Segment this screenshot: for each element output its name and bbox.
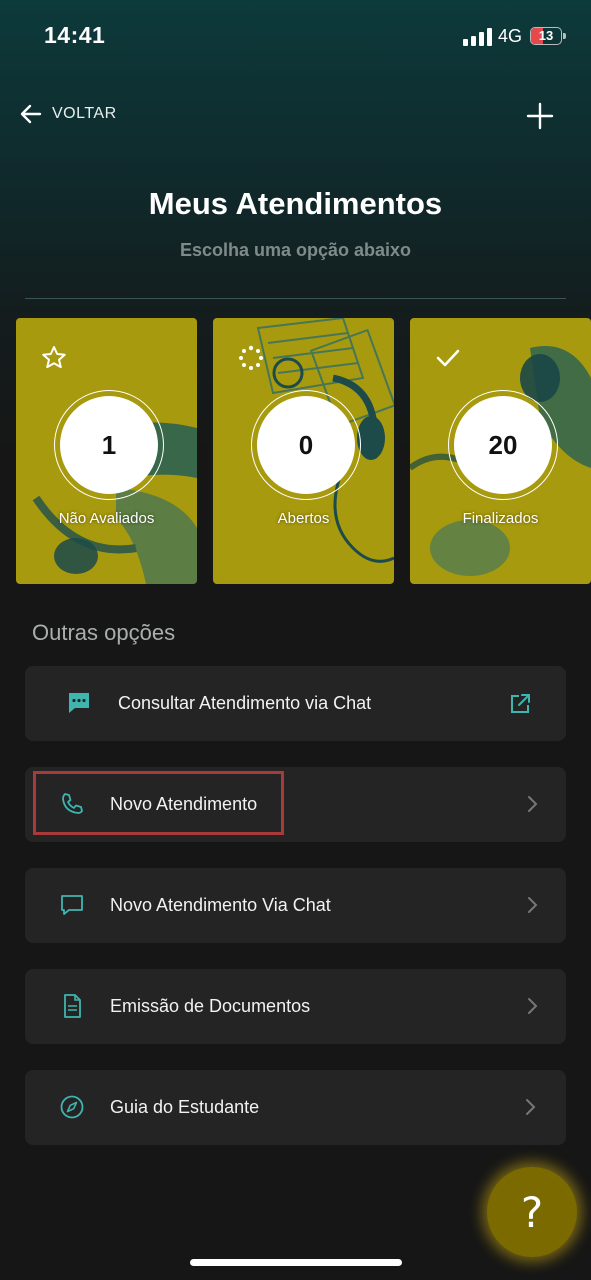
back-button[interactable]: VOLTAR: [20, 100, 117, 128]
check-icon: [436, 349, 460, 367]
stat-label-finished: Finalizados: [462, 510, 539, 527]
phone-icon: [62, 793, 83, 814]
option-label: Novo Atendimento: [110, 794, 258, 814]
status-time: 14:41: [44, 22, 106, 48]
option-label: Guia do Estudante: [110, 1097, 260, 1117]
help-button[interactable]: ?: [487, 1167, 577, 1257]
back-label: VOLTAR: [52, 105, 117, 122]
external-link-icon: [511, 694, 530, 713]
chat-bubble-icon: [69, 693, 89, 713]
section-title: Outras opções: [32, 620, 176, 645]
chevron-right-icon: [526, 1099, 536, 1115]
stat-label-not-rated: Não Avaliados: [58, 510, 155, 527]
battery-level: 13: [538, 28, 554, 43]
add-button[interactable]: [524, 100, 556, 132]
chevron-right-icon: [528, 998, 538, 1014]
option-documents[interactable]: Emissão de Documentos: [25, 969, 566, 1044]
star-icon: [42, 346, 66, 369]
option-chat-consult[interactable]: Consultar Atendimento via Chat: [25, 666, 566, 741]
option-label: Consultar Atendimento via Chat: [118, 693, 372, 713]
document-icon: [64, 994, 81, 1018]
home-indicator: [190, 1259, 402, 1266]
count-open: 0: [257, 396, 355, 494]
option-student-guide[interactable]: Guia do Estudante: [25, 1070, 566, 1145]
signal-strength-icon: [463, 28, 493, 46]
status-bar: 14:41 4G 13: [0, 0, 591, 70]
stat-card-finished[interactable]: 20 Finalizados: [410, 318, 591, 584]
stat-card-not-rated[interactable]: 1 Não Avaliados: [16, 318, 197, 584]
count-not-rated: 1: [60, 396, 158, 494]
option-label: Novo Atendimento Via Chat: [110, 895, 331, 915]
battery-icon: 13: [530, 27, 562, 45]
arrow-left-icon: [20, 104, 42, 124]
page-title: Meus Atendimentos: [148, 186, 443, 221]
dotted-circle-icon: [239, 345, 263, 370]
stat-label-open: Abertos: [277, 510, 330, 527]
plus-icon: [526, 102, 554, 130]
message-icon: [61, 895, 83, 915]
compass-icon: [60, 1095, 84, 1119]
option-new-service[interactable]: Novo Atendimento: [25, 767, 566, 842]
option-label: Emissão de Documentos: [110, 996, 311, 1016]
option-new-chat[interactable]: Novo Atendimento Via Chat: [25, 868, 566, 943]
battery-cap: [563, 33, 566, 39]
chevron-right-icon: [528, 796, 538, 812]
divider: [25, 298, 566, 299]
page-subtitle: Escolha uma opção abaixo: [179, 240, 412, 260]
chevron-right-icon: [528, 897, 538, 913]
question-mark-icon: ?: [520, 1187, 544, 1237]
count-finished: 20: [454, 396, 552, 494]
network-type: 4G: [498, 26, 523, 46]
stat-card-open[interactable]: 0 Abertos: [213, 318, 394, 584]
